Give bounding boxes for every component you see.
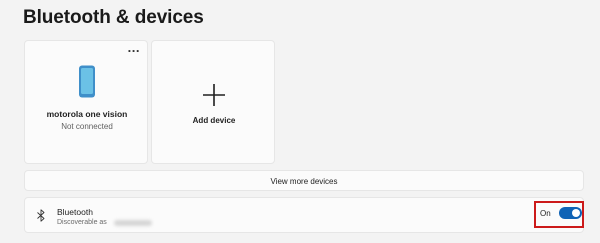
toggle-knob <box>572 209 580 217</box>
redacted-device-name <box>114 220 152 226</box>
device-name: motorola one vision <box>46 109 128 119</box>
bluetooth-title: Bluetooth <box>57 207 93 217</box>
page-title: Bluetooth & devices <box>23 7 204 28</box>
phone-icon <box>79 65 95 98</box>
more-options-button[interactable]: ... <box>128 41 140 54</box>
bluetooth-toggle[interactable] <box>559 207 582 219</box>
device-status: Not connected <box>61 122 113 131</box>
device-card[interactable]: ... motorola one vision Not connected <box>24 40 148 164</box>
view-more-label: View more devices <box>270 177 338 186</box>
plus-icon <box>203 84 225 106</box>
bluetooth-subtitle: Discoverable as <box>57 219 107 226</box>
bluetooth-row: Bluetooth Discoverable as <box>24 197 584 233</box>
bluetooth-icon <box>37 209 45 222</box>
bluetooth-state-label: On <box>540 209 551 218</box>
add-device-label: Add device <box>192 116 236 125</box>
view-more-devices-button[interactable]: View more devices <box>24 170 584 191</box>
add-device-button[interactable]: Add device <box>151 40 275 164</box>
